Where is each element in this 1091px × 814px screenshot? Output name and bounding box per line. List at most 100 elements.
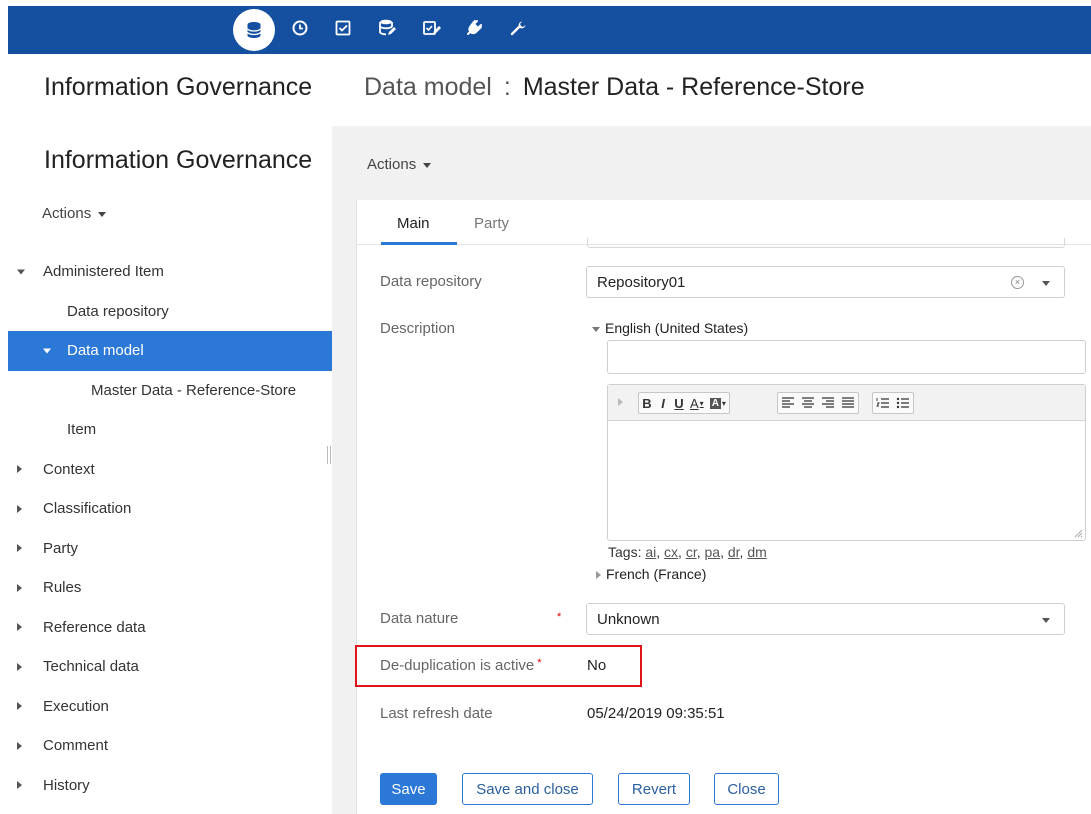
tree-item-label: Technical data	[43, 658, 139, 676]
main-actions-menu[interactable]: Actions	[367, 156, 432, 173]
bullet-list-icon[interactable]	[893, 393, 913, 413]
clock-icon[interactable]	[286, 14, 314, 42]
close-button[interactable]: Close	[714, 773, 779, 805]
checklist-edit-icon[interactable]	[417, 14, 445, 42]
align-justify-icon[interactable]	[838, 393, 858, 413]
last-refresh-label: Last refresh date	[380, 705, 493, 722]
tag-link[interactable]: cr	[686, 544, 697, 560]
format-button-group: B I U A ▾ A ▾	[638, 392, 730, 414]
italic-button[interactable]: I	[655, 393, 671, 413]
text-color-button[interactable]: A ▾	[687, 393, 707, 413]
tree-item-comment[interactable]: Comment	[8, 726, 332, 766]
tree-item-label: Master Data - Reference-Store	[91, 381, 297, 399]
chevron-right-icon[interactable]	[17, 544, 22, 553]
chevron-down-icon[interactable]	[1042, 618, 1050, 623]
chevron-right-icon[interactable]	[17, 702, 22, 711]
data-nature-select[interactable]: Unknown	[586, 603, 1065, 635]
tree-item-technical-data[interactable]: Technical data	[8, 647, 332, 687]
sidebar-actions-menu[interactable]: Actions	[42, 205, 107, 222]
tag-separator: ,	[678, 544, 682, 560]
chevron-right-icon[interactable]	[17, 741, 22, 750]
tag-link[interactable]: dm	[747, 544, 766, 560]
database-icon[interactable]	[233, 9, 275, 51]
main-actions-label: Actions	[367, 156, 417, 173]
tree-item-rules[interactable]: Rules	[8, 568, 332, 608]
tree-item-label: History	[43, 776, 90, 794]
plugin-icon[interactable]	[460, 14, 488, 42]
tree-item-label: Rules	[43, 579, 82, 597]
tree-item-context[interactable]: Context	[8, 450, 332, 490]
tag-link[interactable]: ai	[645, 544, 656, 560]
tag-separator: ,	[656, 544, 661, 560]
clear-icon[interactable]: ×	[1011, 276, 1024, 289]
chevron-down-icon[interactable]	[43, 348, 51, 354]
chevron-down-icon	[592, 326, 600, 332]
tree-item-label: Classification	[43, 500, 132, 518]
align-right-icon[interactable]	[818, 393, 838, 413]
page-title-label: Data model	[364, 73, 492, 101]
language-toggle-french[interactable]: French (France)	[596, 566, 706, 582]
chevron-right-icon[interactable]	[17, 623, 22, 632]
panel-splitter-handle[interactable]	[327, 446, 331, 464]
save-button[interactable]: Save	[380, 773, 437, 805]
numbered-list-icon[interactable]	[873, 393, 893, 413]
data-repository-label: Data repository	[380, 273, 482, 290]
save-and-close-button[interactable]: Save and close	[462, 773, 593, 805]
tree-item-label: Comment	[43, 737, 109, 755]
data-repository-value: Repository01	[597, 273, 686, 291]
active-tab-indicator	[381, 242, 457, 245]
tree-item-master-data-reference-store[interactable]: Master Data - Reference-Store	[8, 371, 332, 411]
tree-item-label: Item	[67, 421, 97, 439]
tag-link[interactable]: pa	[705, 544, 721, 560]
tab-party[interactable]: Party	[474, 215, 509, 232]
chevron-right-icon[interactable]	[17, 781, 22, 790]
tree-item-classification[interactable]: Classification	[8, 489, 332, 529]
align-left-icon[interactable]	[778, 393, 798, 413]
language-label: English (United States)	[605, 320, 749, 336]
bold-button[interactable]: B	[639, 393, 655, 413]
toolbar-collapse-icon[interactable]	[618, 398, 623, 406]
tree-item-administered-item[interactable]: Administered Item	[8, 252, 332, 292]
tree-item-label: Data repository	[67, 302, 169, 320]
chevron-down-icon[interactable]	[1042, 281, 1050, 286]
tree-item-data-repository[interactable]: Data repository	[8, 292, 332, 332]
checkbox-icon[interactable]	[329, 14, 357, 42]
background-color-button[interactable]: A ▾	[707, 393, 729, 413]
tree-item-party[interactable]: Party	[8, 529, 332, 569]
chevron-down-icon	[98, 211, 107, 217]
chevron-right-icon[interactable]	[17, 583, 22, 592]
tree-item-reference-data[interactable]: Reference data	[8, 608, 332, 648]
language-toggle-english[interactable]: English (United States)	[592, 320, 748, 336]
page-title-separator: :	[503, 73, 511, 101]
tree-item-execution[interactable]: Execution	[8, 687, 332, 727]
align-center-icon[interactable]	[798, 393, 818, 413]
tree-item-data-model[interactable]: Data model	[8, 331, 332, 371]
bg-color-label: A	[709, 397, 721, 409]
chevron-right-icon[interactable]	[17, 504, 22, 513]
data-nature-value: Unknown	[597, 610, 660, 628]
description-rich-text-editor[interactable]: B I U A ▾ A ▾	[607, 384, 1086, 541]
chevron-down-icon	[423, 162, 432, 168]
text-color-label: A	[690, 395, 699, 411]
tag-link[interactable]: dr	[728, 544, 740, 560]
data-repository-select[interactable]: Repository01 ×	[586, 266, 1065, 298]
chevron-down-icon[interactable]	[17, 269, 25, 275]
resize-grip-icon[interactable]	[1073, 528, 1083, 538]
tree-item-item[interactable]: Item	[8, 410, 332, 450]
align-button-group	[777, 392, 859, 414]
chevron-right-icon[interactable]	[17, 465, 22, 474]
chevron-right-icon[interactable]	[17, 662, 22, 671]
tree-item-history[interactable]: History	[8, 766, 332, 806]
tree-item-label: Context	[43, 460, 95, 478]
revert-button[interactable]: Revert	[618, 773, 690, 805]
page-title-name: Master Data - Reference-Store	[522, 73, 865, 101]
description-title-input[interactable]	[607, 340, 1086, 374]
tab-main[interactable]: Main	[397, 215, 430, 232]
tree-item-label: Party	[43, 539, 79, 557]
tag-link[interactable]: cx	[664, 544, 678, 560]
required-marker: *	[557, 611, 562, 623]
underline-button[interactable]: U	[671, 393, 687, 413]
language-label: French (France)	[606, 566, 707, 582]
database-edit-icon[interactable]	[373, 14, 401, 42]
wrench-icon[interactable]	[504, 14, 532, 42]
